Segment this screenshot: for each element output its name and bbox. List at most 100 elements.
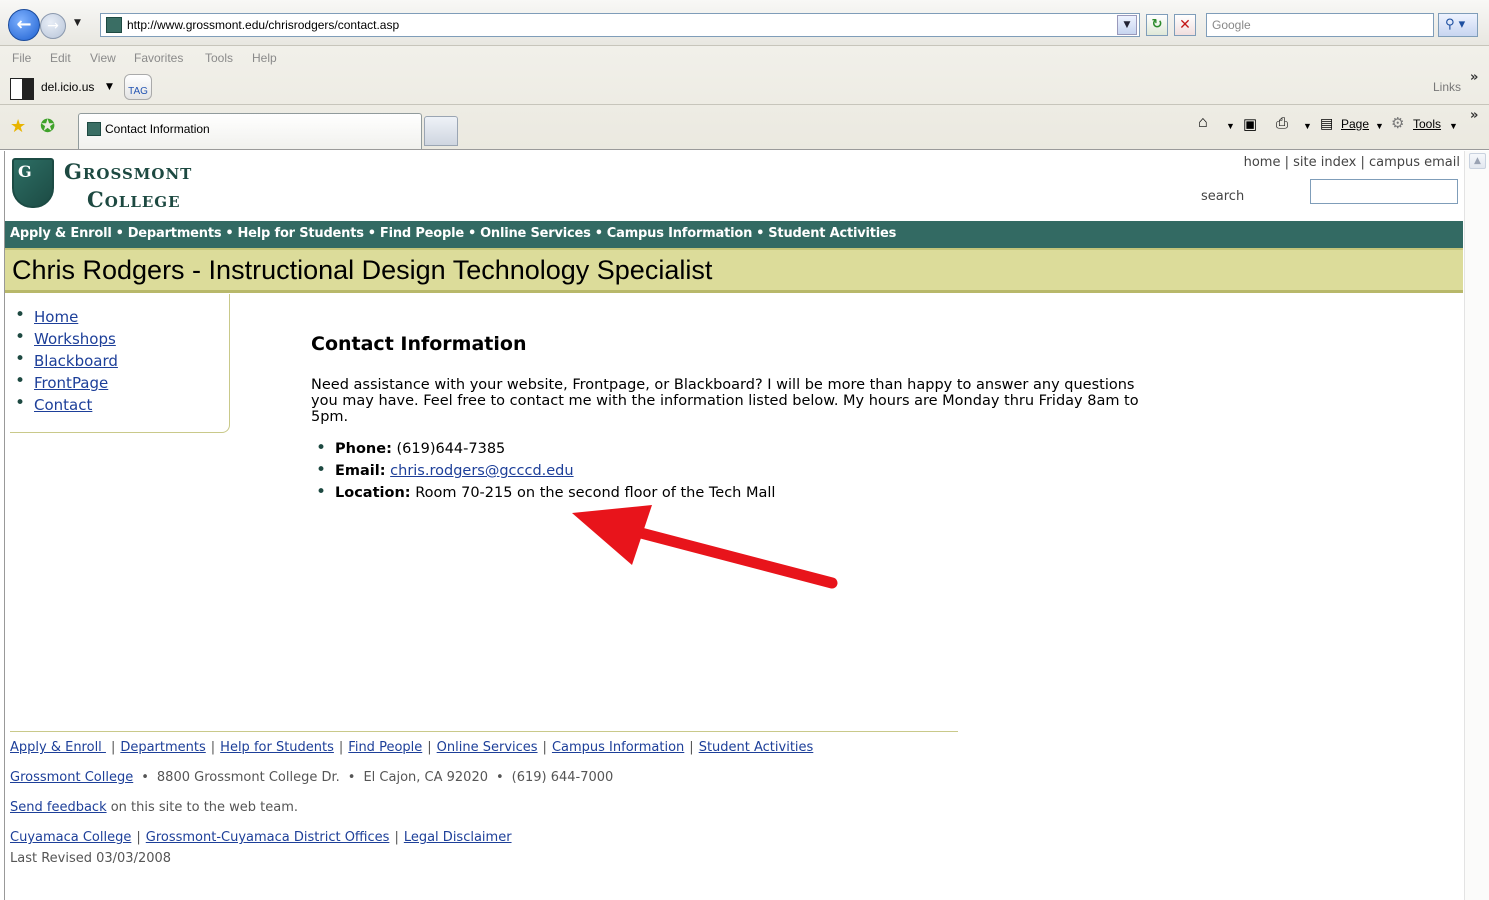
sidebar-link-workshops[interactable]: Workshops <box>34 330 116 348</box>
page-dropdown-icon[interactable]: ▼ <box>1375 121 1384 131</box>
topnav-find-people[interactable]: Find People <box>380 226 464 241</box>
stop-button[interactable]: ✕ <box>1174 14 1196 36</box>
favorites-star-icon[interactable]: ★ <box>10 116 26 137</box>
menu-file[interactable]: File <box>12 51 31 65</box>
footer-city: El Cajon, CA 92020 <box>363 770 488 785</box>
logo-word-grossmont[interactable]: Grossmont <box>64 159 192 184</box>
footer-link-send-feedback[interactable]: Send feedback <box>10 800 107 815</box>
site-search-input[interactable] <box>1310 179 1458 204</box>
scroll-up-arrow-icon[interactable]: ▲ <box>1469 153 1486 169</box>
home-icon[interactable]: ⌂ <box>1198 114 1208 132</box>
links-label[interactable]: Links <box>1433 80 1461 94</box>
footer-divider <box>10 731 958 732</box>
email-label: Email: <box>335 463 386 479</box>
email-link[interactable]: chris.rodgers@gcccd.edu <box>390 463 573 479</box>
sidebar-link-frontpage[interactable]: FrontPage <box>34 374 108 392</box>
page-icon: ▤ <box>1320 115 1334 131</box>
page-footer: Apply & Enroll | Departments | Help for Stu… <box>10 740 813 866</box>
menu-edit[interactable]: Edit <box>50 51 71 65</box>
footer-link-cuyamaca-college[interactable]: Cuyamaca College <box>10 830 131 845</box>
phone-label: Phone: <box>335 441 392 457</box>
footer-link-campus-information[interactable]: Campus Information <box>552 740 684 755</box>
sidebar-link-contact[interactable]: Contact <box>34 396 92 414</box>
sidebar-item-contact: Contact <box>15 393 118 418</box>
util-link-campus-email[interactable]: campus email <box>1369 155 1460 170</box>
separator: | <box>689 740 694 755</box>
print-dropdown-icon[interactable]: ▼ <box>1303 121 1312 131</box>
topnav-departments[interactable]: Departments <box>128 226 222 241</box>
page-banner: Chris Rodgers - Instructional Design Tec… <box>5 248 1463 293</box>
address-dropdown-button[interactable]: ▼ <box>1117 15 1137 35</box>
delicious-dropdown-icon[interactable]: ▼ <box>106 82 113 92</box>
nav-bullet: • <box>467 226 477 241</box>
address-bar[interactable]: http://www.grossmont.edu/chrisrodgers/co… <box>100 13 1140 37</box>
address-bullet: • <box>347 770 356 785</box>
feeds-icon[interactable]: ▣ <box>1243 115 1257 133</box>
top-navigation: Apply & Enroll • Departments • Help for Stud… <box>5 221 1463 248</box>
tab-contact-information[interactable]: Contact Information <box>78 113 422 149</box>
feedback-text: on this site to the web team. <box>106 800 299 815</box>
refresh-button[interactable]: ↻ <box>1146 14 1168 36</box>
topnav-apply-enroll[interactable]: Apply & Enroll <box>10 226 112 241</box>
back-button[interactable]: ← <box>8 9 40 41</box>
sidebar-link-blackboard[interactable]: Blackboard <box>34 352 118 370</box>
menu-help[interactable]: Help <box>252 51 277 65</box>
menu-view[interactable]: View <box>90 51 116 65</box>
tools-menu-button[interactable]: Tools <box>1413 117 1441 131</box>
home-dropdown-icon[interactable]: ▼ <box>1226 121 1235 131</box>
gear-icon: ⚙ <box>1391 115 1405 132</box>
command-overflow-chevron-icon[interactable]: » <box>1470 108 1478 123</box>
forward-button[interactable]: → <box>40 13 66 39</box>
topnav-student-activities[interactable]: Student Activities <box>768 226 896 241</box>
footer-link-help-for-students[interactable]: Help for Students <box>220 740 334 755</box>
util-link-site-index[interactable]: site index <box>1293 155 1356 170</box>
footer-link-grossmont-college[interactable]: Grossmont College <box>10 770 133 785</box>
links-overflow-chevron-icon[interactable]: » <box>1470 70 1478 85</box>
phone-value: (619)644-7385 <box>396 441 506 457</box>
logo-word-college[interactable]: College <box>87 187 181 212</box>
topnav-online-services[interactable]: Online Services <box>480 226 591 241</box>
address-toolbar: ← → ▼ http://www.grossmont.edu/chrisrodg… <box>0 0 1489 46</box>
main-content: Contact Information Need assistance with… <box>311 333 1161 507</box>
college-logo-shield[interactable]: G <box>12 158 54 208</box>
history-dropdown-icon[interactable]: ▼ <box>74 18 81 28</box>
tab-favicon-icon <box>87 122 101 136</box>
address-text[interactable]: http://www.grossmont.edu/chrisrodgers/co… <box>127 18 399 32</box>
footer-link-apply-enroll[interactable]: Apply & Enroll <box>10 740 106 755</box>
search-icon: ⚲ <box>1445 17 1455 32</box>
footer-link-online-services[interactable]: Online Services <box>437 740 538 755</box>
topnav-help-for-students[interactable]: Help for Students <box>238 226 364 241</box>
menu-favorites[interactable]: Favorites <box>134 51 183 65</box>
separator: | <box>394 830 399 845</box>
sidebar-link-home[interactable]: Home <box>34 308 78 326</box>
menu-tools[interactable]: Tools <box>205 51 233 65</box>
separator: | <box>110 740 116 755</box>
footer-link-departments[interactable]: Departments <box>120 740 205 755</box>
footer-street: 8800 Grossmont College Dr. <box>156 770 340 785</box>
footer-link-student-activities[interactable]: Student Activities <box>699 740 814 755</box>
location-label: Location: <box>335 485 411 501</box>
vertical-scrollbar[interactable]: ▲ <box>1464 151 1489 900</box>
topnav-campus-information[interactable]: Campus Information <box>607 226 753 241</box>
delicious-icon[interactable] <box>10 78 34 100</box>
nav-bullet: • <box>225 226 234 241</box>
util-link-home[interactable]: home <box>1244 155 1281 170</box>
tools-dropdown-icon[interactable]: ▼ <box>1449 121 1458 131</box>
page-menu-button[interactable]: Page <box>1341 117 1369 131</box>
tab-title: Contact Information <box>105 122 210 136</box>
add-favorite-icon[interactable]: ✪ <box>40 116 55 137</box>
footer-feedback: Send feedback on this site to the web te… <box>10 800 813 830</box>
search-go-button[interactable]: ⚲ ▾ <box>1438 13 1478 37</box>
new-tab-button[interactable] <box>424 116 458 146</box>
sidebar-item-frontpage: FrontPage <box>15 371 118 396</box>
footer-link-find-people[interactable]: Find People <box>348 740 422 755</box>
footer-link-legal-disclaimer[interactable]: Legal Disclaimer <box>404 830 512 845</box>
print-icon[interactable]: ⎙ <box>1276 115 1288 132</box>
google-search-input[interactable]: Google <box>1206 13 1434 37</box>
sidebar-item-blackboard: Blackboard <box>15 349 118 374</box>
footer-link-district-offices[interactable]: Grossmont-Cuyamaca District Offices <box>146 830 390 845</box>
tag-button[interactable]: TAG <box>124 74 152 100</box>
footer-district-links: Cuyamaca College | Grossmont-Cuyamaca Dist… <box>10 830 813 851</box>
delicious-button[interactable]: del.icio.us <box>41 80 94 94</box>
separator: | <box>427 740 432 755</box>
